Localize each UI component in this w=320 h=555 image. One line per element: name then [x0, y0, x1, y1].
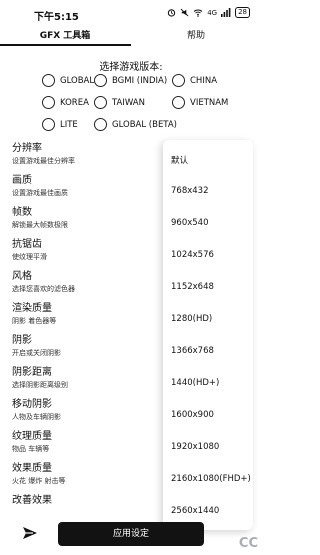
setting-label: 渲染质量 [12, 303, 52, 314]
setting-style[interactable]: 风格 选择您喜欢的滤色器 [12, 271, 162, 294]
resolution-option[interactable]: 1920x1080 [171, 442, 219, 452]
setting-shadow-distance[interactable]: 阴影距离 选择阴影距离级别 [12, 367, 162, 390]
status-time: 下午5:15 [34, 12, 79, 23]
setting-shadows[interactable]: 阴影 开启或关闭阴影 [12, 335, 162, 358]
setting-label: 移动阴影 [12, 399, 52, 410]
setting-desc: 选择您喜欢的滤色器 [12, 285, 75, 293]
radio-circle[interactable] [42, 118, 55, 131]
setting-fps[interactable]: 帧数 解锁最大帧数极限 [12, 207, 162, 230]
apply-settings-button[interactable]: 应用设定 [58, 522, 204, 546]
status-icons: 4G 28 [167, 7, 250, 18]
tab-help[interactable]: 帮助 [176, 28, 216, 46]
setting-desc: 物品 车辆等 [12, 445, 50, 453]
resolution-option[interactable]: 1366x768 [171, 346, 214, 356]
setting-label: 抗锯齿 [12, 239, 42, 250]
resolution-option[interactable]: 1152x648 [171, 282, 214, 292]
setting-improve-effects[interactable]: 改善效果 [12, 495, 162, 508]
setting-desc: 火花 爆炸 射击等 [12, 477, 66, 485]
radio-bgmi-india[interactable]: BGMI (INDIA) [94, 74, 167, 87]
setting-texture-quality[interactable]: 纹理质量 物品 车辆等 [12, 431, 162, 454]
setting-label: 风格 [12, 271, 32, 282]
radio-circle[interactable] [172, 74, 185, 87]
setting-desc: 开启或关闭阴影 [12, 349, 61, 357]
setting-desc: 使纹理平滑 [12, 253, 47, 261]
resolution-option[interactable]: 1600x900 [171, 410, 214, 420]
radio-circle[interactable] [172, 96, 185, 109]
setting-effects-quality[interactable]: 效果质量 火花 爆炸 射击等 [12, 463, 162, 486]
setting-desc: 人物及车辆阴影 [12, 413, 61, 421]
radio-korea[interactable]: KOREA [42, 96, 89, 109]
radio-circle[interactable] [42, 74, 55, 87]
setting-antialiasing[interactable]: 抗锯齿 使纹理平滑 [12, 239, 162, 262]
radio-taiwan[interactable]: TAIWAN [94, 96, 145, 109]
resolution-option[interactable]: 960x540 [171, 218, 208, 228]
setting-resolution[interactable]: 分辨率 设置游戏最佳分辨率 [12, 143, 162, 166]
resolution-option[interactable]: 768x432 [171, 186, 208, 196]
resolution-option[interactable]: 1440(HD+) [171, 378, 219, 388]
setting-desc: 设置游戏最佳画质 [12, 189, 68, 197]
status-bar: 下午5:15 4G 28 [0, 0, 262, 23]
setting-label: 效果质量 [12, 463, 52, 474]
setting-label: 阴影 [12, 335, 32, 346]
resolution-option[interactable]: 默认 [171, 154, 188, 166]
setting-label: 分辨率 [12, 143, 42, 154]
send-icon[interactable] [22, 526, 38, 540]
setting-desc: 选择阴影距离级别 [12, 381, 68, 389]
setting-graphics[interactable]: 画质 设置游戏最佳画质 [12, 175, 162, 198]
setting-desc: 阴影 着色器等 [12, 317, 57, 325]
resolution-option[interactable]: 1024x576 [171, 250, 214, 260]
setting-label: 阴影距离 [12, 367, 52, 378]
resolution-option[interactable]: 1280(HD) [171, 314, 212, 324]
watermark-logo: CC [238, 536, 258, 551]
resolution-option[interactable]: 2560x1440 [171, 506, 219, 516]
radio-lite[interactable]: LITE [42, 118, 78, 131]
radio-circle[interactable] [94, 96, 107, 109]
battery-indicator: 28 [235, 7, 250, 18]
setting-label: 改善效果 [12, 495, 52, 506]
resolution-option[interactable]: 2160x1080(FHD+) [171, 474, 251, 484]
radio-circle[interactable] [94, 74, 107, 87]
setting-label: 画质 [12, 175, 32, 186]
mute-icon [180, 8, 189, 17]
setting-label: 纹理质量 [12, 431, 52, 442]
network-type: 4G [207, 8, 218, 17]
radio-china[interactable]: CHINA [172, 74, 217, 87]
radio-circle[interactable] [42, 96, 55, 109]
radio-circle[interactable] [94, 118, 107, 131]
setting-moving-shadows[interactable]: 移动阴影 人物及车辆阴影 [12, 399, 162, 422]
radio-global-beta[interactable]: GLOBAL (BETA) [94, 118, 177, 131]
setting-label: 帧数 [12, 207, 32, 218]
setting-desc: 设置游戏最佳分辨率 [12, 157, 75, 165]
radio-global[interactable]: GLOBAL [42, 74, 94, 87]
setting-render-quality[interactable]: 渲染质量 阴影 着色器等 [12, 303, 162, 326]
active-tab-indicator [0, 44, 131, 46]
alarm-icon [167, 9, 176, 17]
setting-desc: 解锁最大帧数极限 [12, 221, 68, 229]
radio-vietnam[interactable]: VIETNAM [172, 96, 228, 109]
signal-icon [221, 8, 231, 17]
resolution-dropdown-menu: 默认 768x432 960x540 1024x576 1152x648 128… [163, 140, 253, 530]
wifi-icon [193, 9, 203, 17]
version-selector-title: 选择游戏版本: [99, 62, 163, 73]
